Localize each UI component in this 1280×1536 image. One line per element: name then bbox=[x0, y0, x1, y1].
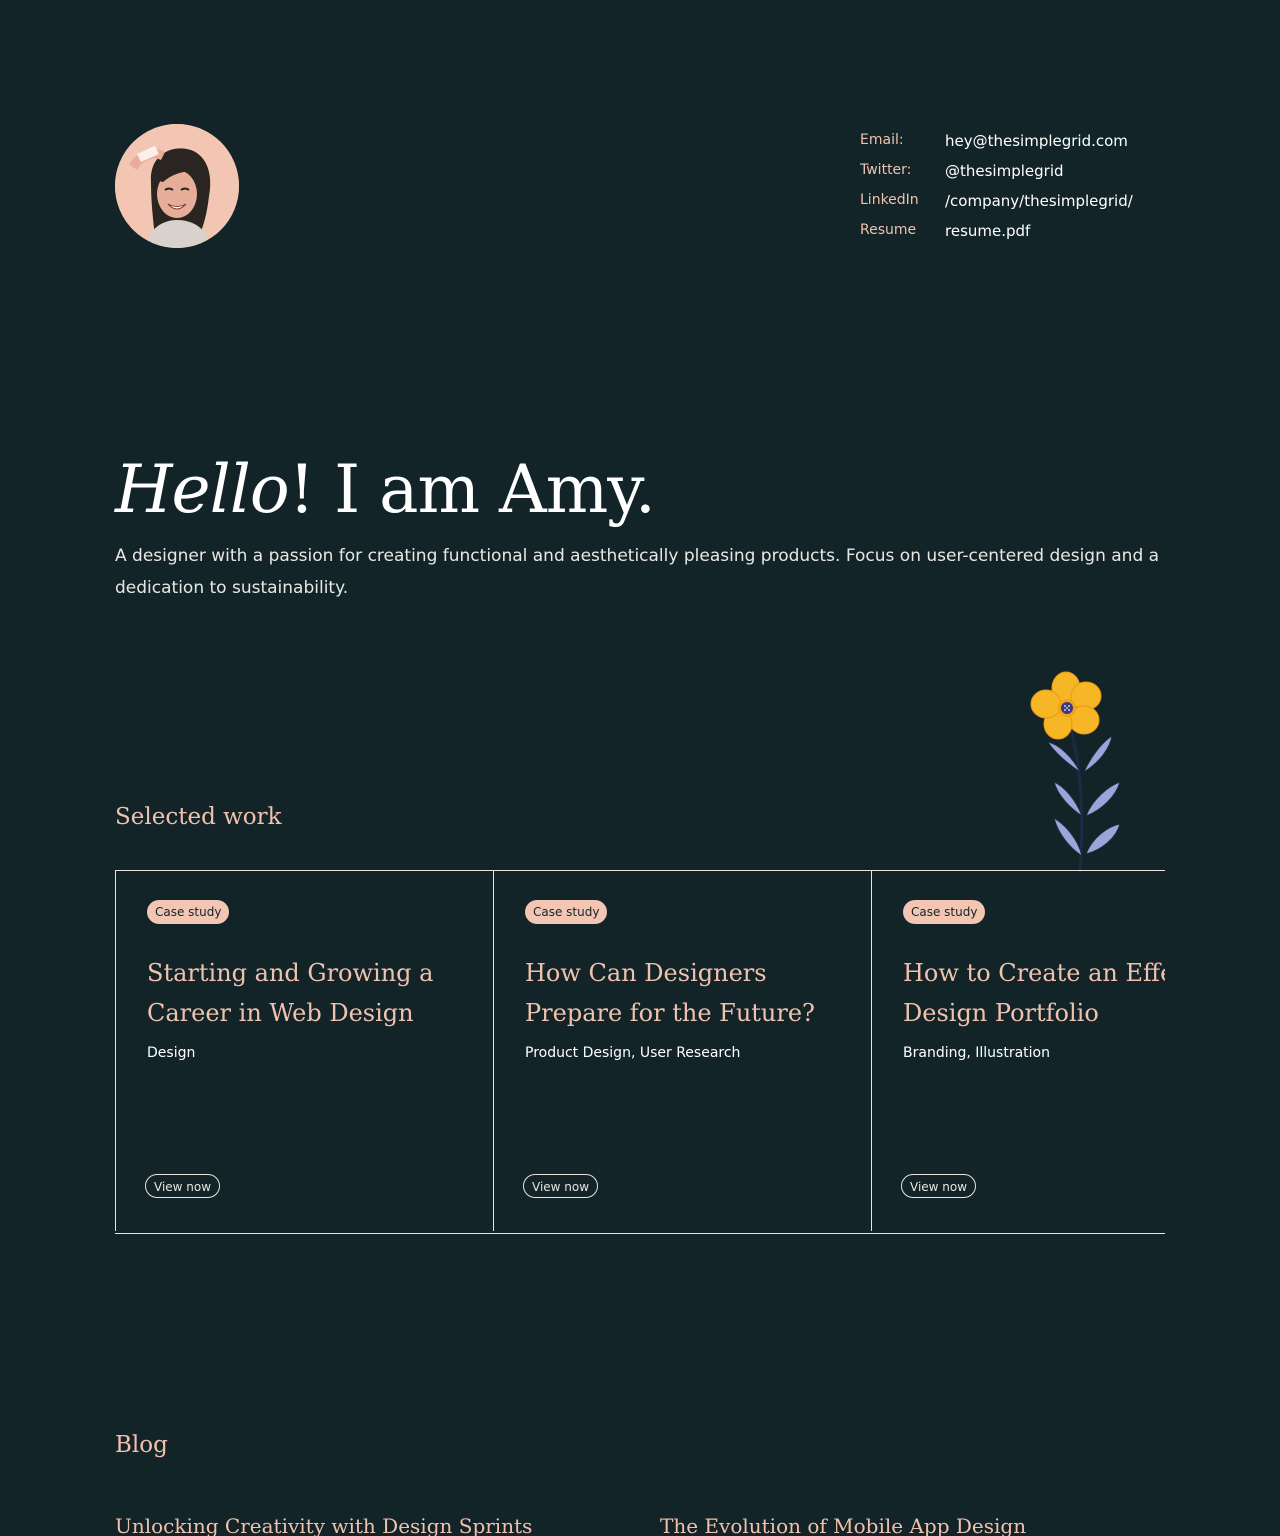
view-now-button[interactable]: View now bbox=[523, 1174, 599, 1198]
hero-description: A designer with a passion for creating f… bbox=[115, 546, 1160, 598]
card-title[interactable]: Starting and Growing a Career in Web Desi… bbox=[147, 953, 467, 1033]
case-study-badge: Case study bbox=[147, 900, 230, 924]
card-title-line: Career in Web Design bbox=[147, 999, 414, 1027]
contact-label: LinkedIn bbox=[860, 192, 919, 208]
blog-heading: Blog bbox=[115, 1432, 168, 1458]
avatar bbox=[115, 124, 239, 248]
case-study-badge: Case study bbox=[903, 900, 986, 924]
hero-title: Hello! I am Amy. bbox=[115, 446, 656, 534]
twitter-link[interactable]: @thesimplegrid bbox=[945, 162, 1064, 180]
hero-name: I am Amy. bbox=[314, 451, 656, 528]
contact-list: Email: hey@thesimplegrid.com Twitter: @t… bbox=[860, 130, 1160, 250]
card-tags: Product Design, User Research bbox=[525, 1045, 741, 1061]
linkedin-link[interactable]: /company/thesimplegrid/ bbox=[945, 192, 1133, 210]
selected-work-heading: Selected work bbox=[115, 804, 282, 830]
work-card[interactable]: Case study Starting and Growing a Career … bbox=[115, 871, 493, 1231]
card-tags: Design bbox=[147, 1045, 196, 1061]
flower-illustration-icon bbox=[1020, 668, 1132, 873]
card-title[interactable]: How to Create an Effective Design Portfol… bbox=[903, 953, 1165, 1033]
blog-post-title[interactable]: Unlocking Creativity with Design Sprints bbox=[115, 1510, 532, 1536]
contact-label: Resume bbox=[860, 222, 917, 238]
card-title-line: Prepare for the Future? bbox=[525, 999, 815, 1027]
view-now-button[interactable]: View now bbox=[901, 1174, 977, 1198]
profile-photo-icon bbox=[115, 124, 239, 248]
email-link[interactable]: hey@thesimplegrid.com bbox=[945, 132, 1128, 150]
work-card[interactable]: Case study How to Create an Effective Des… bbox=[871, 871, 1165, 1231]
card-title[interactable]: How Can Designers Prepare for the Future? bbox=[525, 953, 845, 1033]
contact-row-resume: Resume resume.pdf bbox=[860, 220, 1160, 250]
case-study-badge: Case study bbox=[525, 900, 608, 924]
contact-label: Twitter: bbox=[860, 162, 912, 178]
view-now-button[interactable]: View now bbox=[145, 1174, 221, 1198]
card-title-line: Design Portfolio bbox=[903, 999, 1099, 1027]
card-title-line: How Can Designers bbox=[525, 959, 767, 987]
card-tags: Branding, Illustration bbox=[903, 1045, 1050, 1061]
resume-link[interactable]: resume.pdf bbox=[945, 222, 1030, 240]
contact-row-twitter: Twitter: @thesimplegrid bbox=[860, 160, 1160, 190]
work-card[interactable]: Case study How Can Designers Prepare for … bbox=[493, 871, 871, 1231]
contact-row-linkedin: LinkedIn /company/thesimplegrid/ bbox=[860, 190, 1160, 220]
card-title-line: How to Create an Effective bbox=[903, 959, 1165, 987]
contact-row-email: Email: hey@thesimplegrid.com bbox=[860, 130, 1160, 160]
blog-post-title[interactable]: The Evolution of Mobile App Design bbox=[660, 1510, 1026, 1536]
work-cards: Case study Starting and Growing a Career … bbox=[115, 870, 1165, 1234]
portfolio-page: Email: hey@thesimplegrid.com Twitter: @t… bbox=[0, 0, 1280, 1536]
hero-exclaim: ! bbox=[288, 451, 316, 528]
card-title-line: Starting and Growing a bbox=[147, 959, 434, 987]
contact-label: Email: bbox=[860, 132, 904, 148]
hero-greeting: Hello bbox=[115, 451, 290, 528]
